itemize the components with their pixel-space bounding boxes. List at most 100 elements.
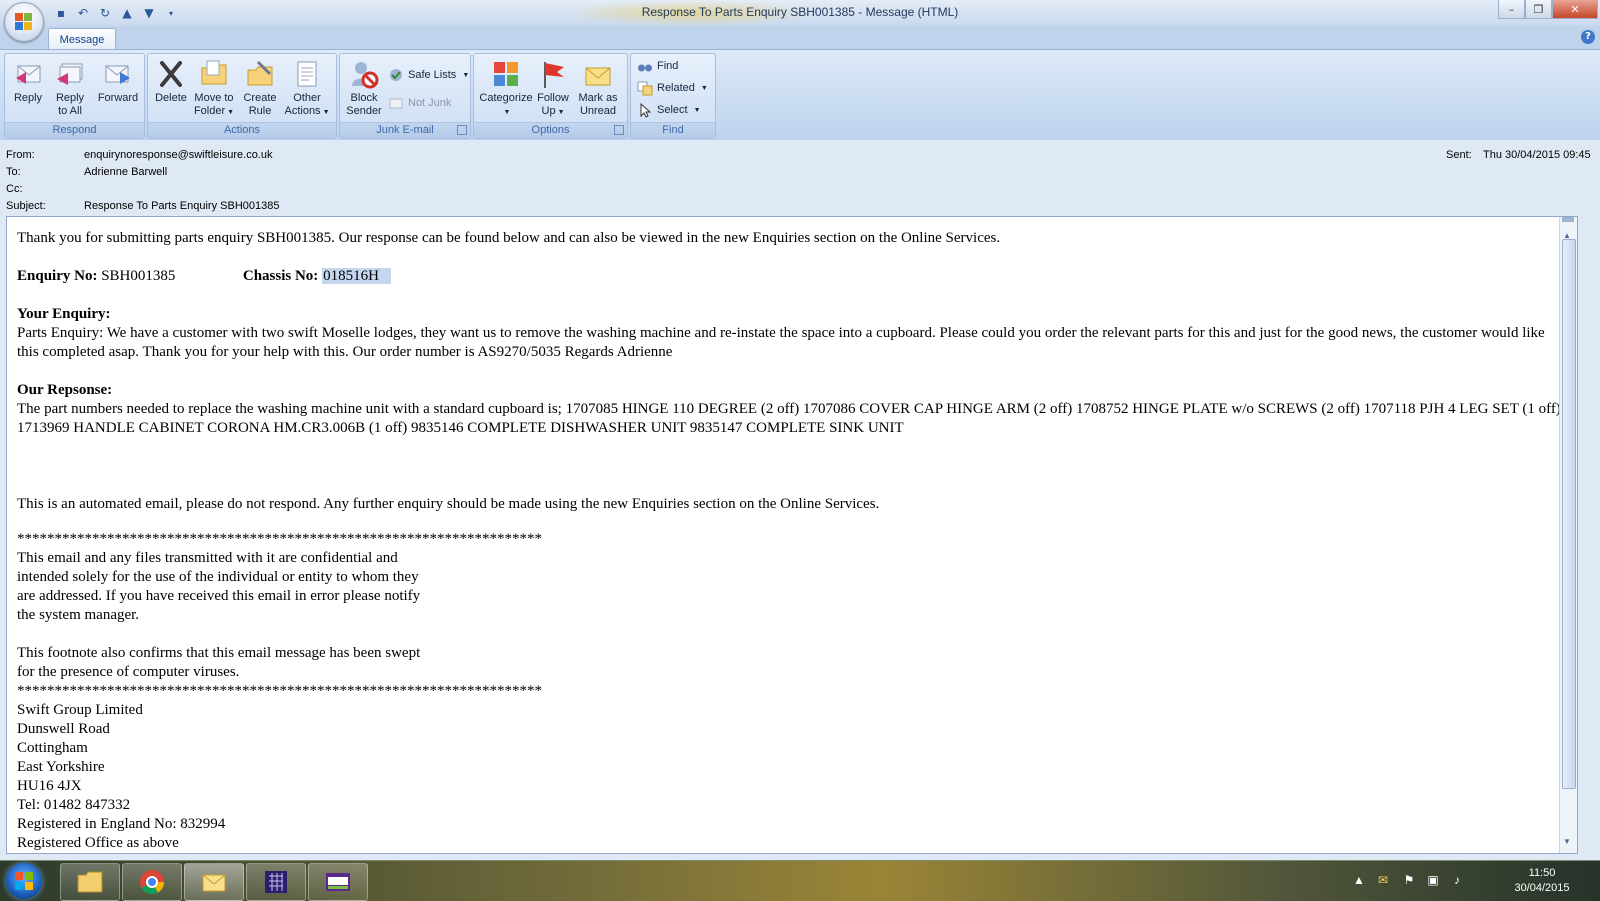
categorize-button[interactable]: Categorize ▼	[478, 58, 534, 119]
from-value[interactable]: enquirynoresponse@swiftleisure.co.uk	[84, 149, 272, 161]
forward-icon	[105, 65, 130, 84]
address-line: East Yorkshire	[17, 759, 105, 775]
group-label-junk-email: Junk E-mail	[340, 122, 470, 138]
minimize-button[interactable]: –	[1498, 0, 1525, 19]
mail-notification-icon[interactable]: ✉	[1376, 873, 1390, 887]
chrome-icon	[140, 870, 164, 895]
not-junk-button[interactable]: Not Junk	[388, 94, 451, 112]
your-enquiry-heading: Your Enquiry:	[17, 306, 111, 322]
ribbon-tab-row: Message ?	[0, 26, 1600, 51]
group-options: Categorize ▼ Follow Up ▼ Mark as Unread Op…	[473, 53, 628, 139]
categorize-icon	[494, 62, 518, 86]
response-heading: Our Repsonse:	[17, 382, 113, 398]
separator-stars-top: ****************************************…	[17, 531, 542, 547]
group-find: Find Related ▼ Select ▼ Find	[630, 53, 716, 139]
create-rule-button[interactable]: Create Rule	[240, 58, 280, 118]
title-bar: ▪ ↶ ↻ ▲ ▼ ▾ Response To Parts Enquiry SB…	[0, 0, 1600, 42]
related-button[interactable]: Related ▼	[637, 79, 708, 97]
volume-icon[interactable]: ♪	[1450, 873, 1464, 887]
message-header: From: enquirynoresponse@swiftleisure.co.…	[0, 140, 1600, 214]
create-rule-icon	[247, 60, 273, 86]
message-body[interactable]: Thank you for submitting parts enquiry S…	[6, 216, 1578, 854]
enquiry-no-value: SBH001385	[101, 268, 176, 284]
follow-up-button[interactable]: Follow Up ▼	[534, 58, 572, 119]
tab-message[interactable]: Message	[48, 28, 116, 51]
subject-label: Subject:	[6, 200, 46, 212]
address-line: Cottingham	[17, 740, 88, 756]
folder-icon	[201, 60, 227, 85]
other-actions-icon	[297, 61, 317, 87]
system-tray: ▲ ✉ ⚑ ▣ ♪ 11:50 30/04/2015	[1352, 861, 1592, 901]
cc-label: Cc:	[6, 183, 23, 195]
address-line: Dunswell Road	[17, 721, 110, 737]
unread-envelope-icon	[585, 67, 611, 86]
taskbar-chrome[interactable]	[122, 863, 182, 901]
scroll-down-arrow-icon[interactable]: ▼	[1563, 832, 1571, 851]
taskbar: ▲ ✉ ⚑ ▣ ♪ 11:50 30/04/2015	[0, 860, 1600, 901]
maximize-button[interactable]: ❐	[1525, 0, 1552, 19]
block-sender-icon	[352, 62, 379, 89]
group-label-actions: Actions	[148, 122, 336, 138]
windows-explorer-icon	[77, 871, 103, 893]
block-sender-button[interactable]: Block Sender	[344, 58, 384, 118]
your-enquiry-text: Parts Enquiry: We have a customer with t…	[17, 325, 1545, 360]
help-icon[interactable]: ?	[1581, 30, 1595, 44]
group-junk-email: Block Sender Safe Lists ▼ Not Junk Junk E…	[339, 53, 471, 139]
footnote-line-1: This footnote also confirms that this em…	[17, 645, 421, 661]
reply-all-icon	[57, 63, 83, 85]
enquiry-no-label: Enquiry No:	[17, 268, 98, 284]
network-icon[interactable]: ▣	[1426, 873, 1440, 887]
start-button[interactable]	[6, 863, 42, 899]
select-button[interactable]: Select ▼	[637, 101, 701, 119]
split-handle[interactable]	[1562, 217, 1574, 222]
ribbon: Reply Reply to All Forward Respond Delet…	[0, 49, 1600, 141]
address-line: Registered in England No: 832994	[17, 816, 226, 832]
enquiry-line: Enquiry No: SBH001385 Chassis No: 018516…	[17, 267, 1562, 286]
other-actions-button[interactable]: Other Actions ▼	[282, 58, 332, 119]
clock-time: 11:50	[1528, 867, 1556, 879]
sage-icon	[326, 873, 350, 891]
to-label: To:	[6, 166, 21, 178]
cursor-icon	[640, 102, 652, 118]
mark-as-unread-button[interactable]: Mark as Unread	[574, 58, 622, 118]
office-button[interactable]	[4, 2, 44, 42]
sent-value: Thu 30/04/2015 09:45	[1483, 149, 1591, 161]
show-hidden-icons-icon[interactable]: ▲	[1352, 873, 1366, 887]
sent-label: Sent:	[1446, 149, 1472, 161]
group-label-respond: Respond	[5, 122, 144, 138]
address-line: HU16 4JX	[17, 778, 82, 794]
group-actions: Delete Move to Folder ▼ Create Rule Other	[147, 53, 337, 139]
separator-stars-bottom: ****************************************…	[17, 683, 542, 699]
clock-date: 30/04/2015	[1514, 882, 1570, 894]
taskbar-sage[interactable]	[308, 863, 368, 901]
taskbar-calendar-app[interactable]	[246, 863, 306, 901]
calendar-app-icon	[265, 871, 287, 893]
find-button[interactable]: Find	[637, 57, 678, 75]
forward-button[interactable]: Forward	[95, 58, 141, 105]
options-launcher[interactable]	[614, 125, 624, 135]
taskbar-explorer[interactable]	[60, 863, 120, 901]
automated-notice: This is an automated email, please do no…	[17, 496, 880, 512]
disclaimer-line-3: are addressed. If you have received this…	[17, 588, 421, 604]
reply-button[interactable]: Reply	[11, 58, 45, 105]
to-value[interactable]: Adrienne Barwell	[84, 166, 167, 178]
safe-lists-icon	[390, 69, 402, 81]
address-line: Swift Group Limited	[17, 702, 143, 718]
junk-options-launcher[interactable]	[457, 125, 467, 135]
chassis-no-value: 018516H	[322, 268, 391, 284]
related-icon	[637, 81, 653, 96]
action-center-flag-icon[interactable]: ⚑	[1402, 873, 1416, 887]
delete-button[interactable]: Delete	[152, 58, 190, 105]
reply-all-button[interactable]: Reply to All	[51, 58, 89, 118]
close-button[interactable]: ✕	[1552, 0, 1598, 19]
taskbar-outlook[interactable]	[184, 863, 244, 901]
vertical-scrollbar[interactable]: ▲ ▼	[1559, 217, 1577, 853]
scroll-thumb[interactable]	[1562, 239, 1576, 789]
subject-value: Response To Parts Enquiry SBH001385	[84, 200, 280, 212]
move-to-folder-button[interactable]: Move to Folder ▼	[192, 58, 236, 119]
safe-lists-button[interactable]: Safe Lists ▼	[388, 66, 469, 84]
clock[interactable]: 11:50 30/04/2015	[1512, 866, 1572, 896]
flag-icon	[544, 62, 564, 88]
address-line: Tel: 01482 847332	[17, 797, 131, 813]
outlook-icon	[202, 874, 226, 892]
